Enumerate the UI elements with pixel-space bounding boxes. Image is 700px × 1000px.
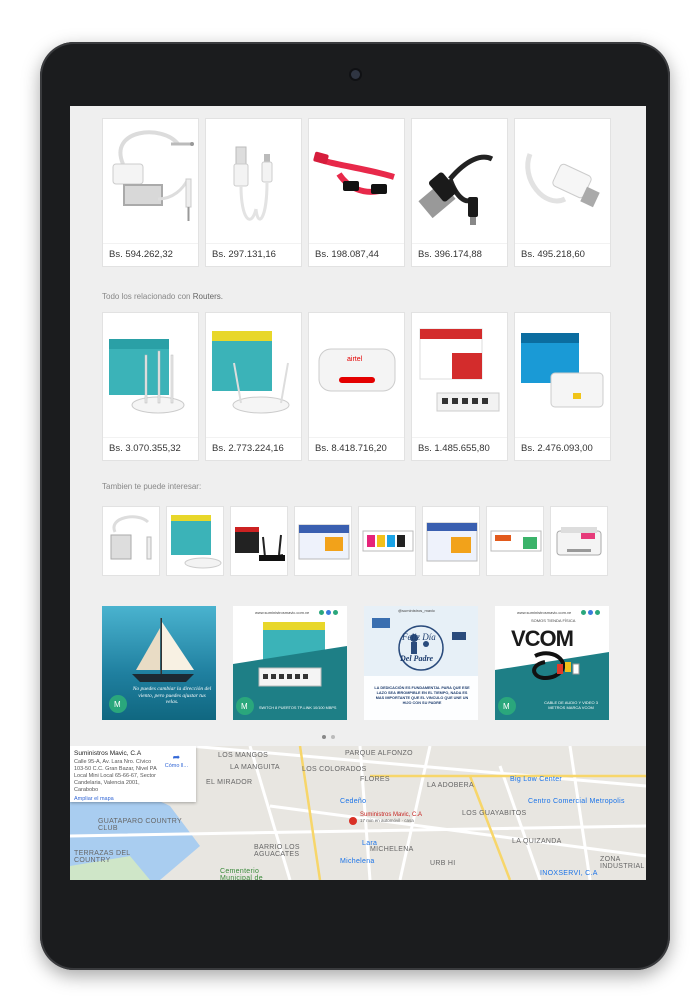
directions-button[interactable]: ➦ Cómo ll... (165, 752, 188, 769)
suggested-product-thumb[interactable] (102, 506, 160, 576)
category-link[interactable]: Routers. (193, 292, 223, 301)
product-card[interactable]: Bs. 198.087,44 (308, 118, 405, 267)
suggested-product-thumb[interactable] (550, 506, 608, 576)
camera-icon (351, 70, 360, 79)
directions-icon: ➦ (172, 752, 181, 762)
product-image-xplore-onu[interactable] (515, 313, 610, 437)
product-price: Bs. 3.070.355,32 (103, 437, 198, 460)
expand-map-link[interactable]: Ampliar el mapa (74, 796, 192, 802)
svg-text:airtel: airtel (347, 356, 363, 363)
product-price: Bs. 8.418.716,20 (309, 437, 404, 460)
product-card[interactable]: Bs. 2.476.093,00 (514, 312, 611, 461)
suggested-product-thumb[interactable] (294, 506, 352, 576)
product-card[interactable]: Bs. 297.131,16 (205, 118, 302, 267)
carousel-dots (322, 735, 335, 739)
product-card[interactable]: Bs. 3.070.355,32 (102, 312, 199, 461)
product-card[interactable]: Bs. 396.174,88 (411, 118, 508, 267)
product-card[interactable]: Bs. 2.773.224,16 (205, 312, 302, 461)
section-label-routers: Todo los relacionado con Routers. (102, 292, 223, 301)
product-price: Bs. 2.773.224,16 (206, 437, 301, 460)
banner-vcom[interactable]: www.suministrosmavic.com.ve SOMOS TIENDA… (495, 606, 609, 720)
product-card[interactable]: Bs. 495.218,60 (514, 118, 611, 267)
product-image-usb-audio-cable[interactable] (103, 119, 198, 243)
map-pin-label[interactable]: Suministros Mavic, C.A 17 min en automóv… (360, 812, 422, 823)
product-image-airtel-hotspot[interactable]: airtel (309, 313, 404, 437)
product-card[interactable]: airtel Bs. 8.418.716,20 (308, 312, 405, 461)
product-price: Bs. 396.174,88 (412, 243, 507, 266)
svg-text:M: M (114, 700, 121, 709)
suggested-product-thumb[interactable] (230, 506, 288, 576)
screen: Bs. 594.262,32 Bs. 297.131,16 Bs. 198.08… (70, 106, 646, 880)
product-card[interactable]: Bs. 1.485.655,80 (411, 312, 508, 461)
product-image-mercusys-switch[interactable] (412, 313, 507, 437)
product-image-usb-micro-cable-white[interactable] (515, 119, 610, 243)
carousel-dot[interactable] (331, 735, 335, 739)
product-price: Bs. 198.087,44 (309, 243, 404, 266)
svg-text:M: M (503, 702, 510, 711)
suggested-product-thumb[interactable] (422, 506, 480, 576)
banner-sailboat[interactable]: M No puedes cambiar la dirección del vie… (102, 606, 216, 720)
product-card[interactable]: Bs. 594.262,32 (102, 118, 199, 267)
banner-switch[interactable]: www.suministrosmavic.com.ve M SWITCH 8 P… (233, 606, 347, 720)
suggested-products-row (102, 506, 608, 576)
section-label-interest: Tambien te puede interesar: (102, 482, 202, 491)
product-image-tp-link-router-box-2[interactable] (206, 313, 301, 437)
product-price: Bs. 495.218,60 (515, 243, 610, 266)
suggested-product-thumb[interactable] (486, 506, 544, 576)
product-price: Bs. 2.476.093,00 (515, 437, 610, 460)
product-price: Bs. 1.485.655,80 (412, 437, 507, 460)
product-row-routers: Bs. 3.070.355,32 Bs. 2.773.224,16 airtel (102, 312, 611, 461)
carousel-dot[interactable] (322, 735, 326, 739)
map-info-box: Suministros Mavic, C.A Calle 95-A, Av. L… (70, 746, 196, 802)
product-image-micro-usb-cable[interactable] (206, 119, 301, 243)
product-image-tp-link-router-box[interactable] (103, 313, 198, 437)
suggested-product-thumb[interactable] (166, 506, 224, 576)
suggested-product-thumb[interactable] (358, 506, 416, 576)
banner-fathers-day[interactable]: @suministros_mavic Feliz Día Del Padre L… (364, 606, 478, 720)
google-map[interactable]: LOS MANGOS PARQUE ALFONZO LA MANGUITA EL… (70, 746, 646, 880)
promo-banners: M No puedes cambiar la dirección del vie… (102, 606, 609, 720)
product-image-sata-cable[interactable] (309, 119, 404, 243)
svg-text:M: M (241, 702, 248, 711)
banner-sail-quote: No puedes cambiar la dirección del vient… (132, 686, 212, 706)
product-row-cables: Bs. 594.262,32 Bs. 297.131,16 Bs. 198.08… (102, 118, 611, 267)
product-price: Bs. 594.262,32 (103, 243, 198, 266)
product-price: Bs. 297.131,16 (206, 243, 301, 266)
product-image-mini-usb-cable[interactable] (412, 119, 507, 243)
